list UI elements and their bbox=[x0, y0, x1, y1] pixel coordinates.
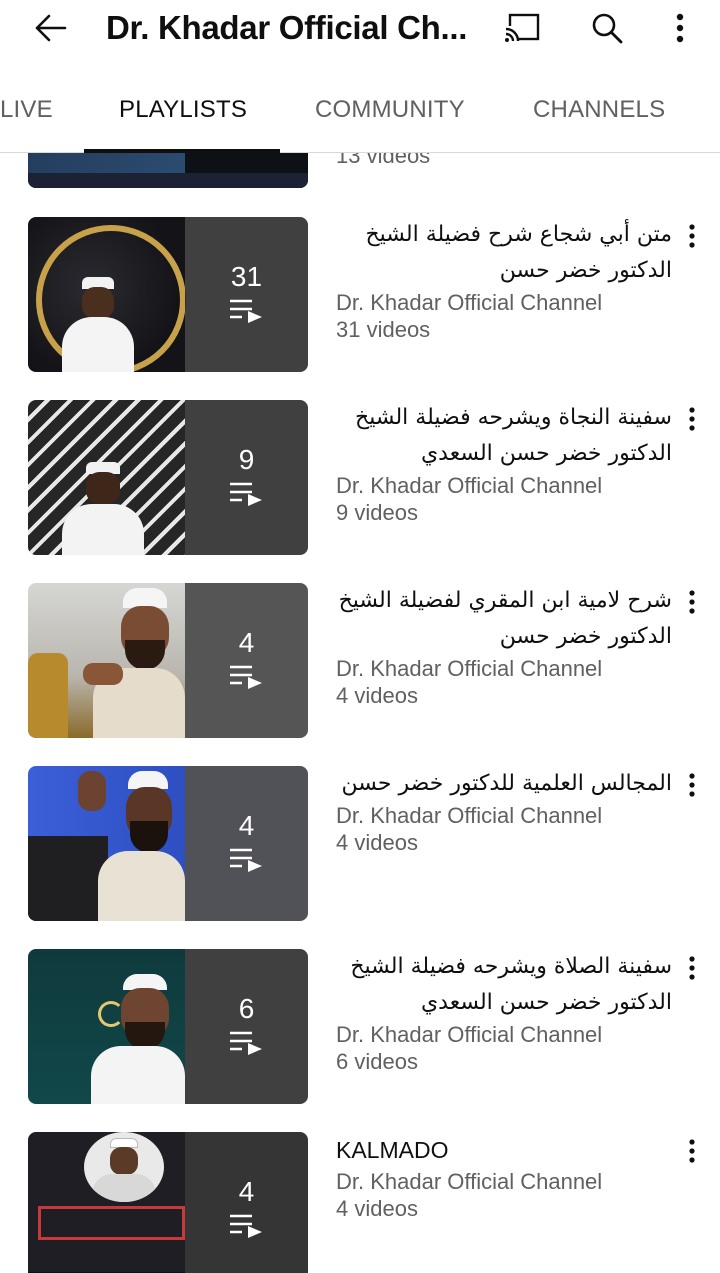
list-item[interactable]: 13 videos bbox=[0, 153, 720, 189]
channel-tabs: LIVE PLAYLISTS COMMUNITY CHANNELS bbox=[0, 60, 720, 153]
playlist-thumbnail[interactable]: 4 bbox=[28, 766, 308, 921]
playlist-thumbnail[interactable] bbox=[28, 153, 308, 188]
playlist-count: 31 bbox=[230, 261, 263, 292]
playlist-channel: Dr. Khadar Official Channel bbox=[336, 1022, 603, 1047]
playlist-icon bbox=[228, 847, 266, 878]
app-bar: Dr. Khadar Official Ch... bbox=[0, 0, 720, 60]
more-vert-icon[interactable] bbox=[678, 953, 706, 983]
playlist-icon bbox=[228, 1213, 266, 1244]
list-item[interactable]: 4 شرح لامية ابن المقري لفضيلة الشيخ الدك… bbox=[0, 583, 720, 739]
list-item[interactable]: 9 سفينة النجاة ويشرحه فضيلة الشيخ الدكتو… bbox=[0, 400, 720, 556]
playlist-thumbnail[interactable]: 31 bbox=[28, 217, 308, 372]
list-item[interactable]: 4 KALMADO Dr. Khadar Official Channel 4 … bbox=[0, 1132, 720, 1273]
playlist-video-count: 4 videos bbox=[336, 1196, 418, 1221]
playlist-icon bbox=[228, 298, 266, 329]
playlist-video-count: 13 videos bbox=[336, 153, 431, 168]
playlist-channel: Dr. Khadar Official Channel bbox=[336, 290, 603, 315]
playlist-channel: Dr. Khadar Official Channel bbox=[336, 656, 603, 681]
tab-community[interactable]: COMMUNITY bbox=[315, 96, 465, 124]
playlist-thumbnail[interactable]: 9 bbox=[28, 400, 308, 555]
playlist-count: 4 bbox=[238, 1176, 255, 1207]
playlist-count: 9 bbox=[238, 444, 255, 475]
cast-icon[interactable] bbox=[500, 6, 546, 50]
playlist-thumbnail[interactable]: 4 bbox=[28, 583, 308, 738]
playlist-channel: Dr. Khadar Official Channel bbox=[336, 803, 603, 828]
playlist-title[interactable]: سفينة الصلاة ويشرحه فضيلة الشيخ الدكتور … bbox=[336, 949, 672, 1021]
playlist-count: 4 bbox=[238, 627, 255, 658]
playlist-video-count: 9 videos bbox=[336, 500, 418, 525]
playlist-video-count: 4 videos bbox=[336, 683, 418, 708]
tab-playlists[interactable]: PLAYLISTS bbox=[119, 96, 247, 124]
more-vert-icon[interactable] bbox=[678, 770, 706, 800]
playlist-title[interactable]: سفينة النجاة ويشرحه فضيلة الشيخ الدكتور … bbox=[336, 400, 672, 472]
playlist-video-count: 4 videos bbox=[336, 830, 418, 855]
playlist-thumbnail[interactable]: 6 bbox=[28, 949, 308, 1104]
playlist-icon bbox=[228, 481, 266, 512]
list-item[interactable]: 31 متن أبي شجاع شرح فضيلة الشيخ الدكتور … bbox=[0, 217, 720, 373]
more-vert-icon[interactable] bbox=[678, 587, 706, 617]
list-item[interactable]: 6 سفينة الصلاة ويشرحه فضيلة الشيخ الدكتو… bbox=[0, 949, 720, 1105]
more-vert-icon[interactable] bbox=[660, 6, 700, 50]
list-item[interactable]: 4 المجالس العلمية للدكتور خضر حسن Dr. Kh… bbox=[0, 766, 720, 922]
playlist-icon bbox=[228, 1030, 266, 1061]
playlist-icon bbox=[228, 664, 266, 695]
search-icon[interactable] bbox=[584, 6, 630, 50]
more-vert-icon[interactable] bbox=[678, 1136, 706, 1166]
back-arrow-icon[interactable] bbox=[28, 8, 72, 48]
playlist-title[interactable]: شرح لامية ابن المقري لفضيلة الشيخ الدكتو… bbox=[336, 583, 672, 655]
playlist-list[interactable]: 13 videos 31 متن أبي شجاع شرح فضيلة الشي… bbox=[0, 153, 720, 1273]
more-vert-icon[interactable] bbox=[678, 221, 706, 251]
playlist-title[interactable]: KALMADO bbox=[336, 1132, 672, 1168]
tab-live[interactable]: LIVE bbox=[0, 96, 53, 124]
playlist-channel: Dr. Khadar Official Channel bbox=[336, 1169, 603, 1194]
playlist-title[interactable]: متن أبي شجاع شرح فضيلة الشيخ الدكتور خضر… bbox=[336, 217, 672, 289]
playlist-title[interactable]: المجالس العلمية للدكتور خضر حسن bbox=[336, 766, 672, 802]
channel-title: Dr. Khadar Official Ch... bbox=[106, 9, 468, 46]
playlist-video-count: 31 videos bbox=[336, 317, 431, 342]
tab-channels[interactable]: CHANNELS bbox=[533, 96, 665, 124]
playlist-count: 4 bbox=[238, 810, 255, 841]
playlist-video-count: 6 videos bbox=[336, 1049, 418, 1074]
playlist-count: 6 bbox=[238, 993, 255, 1024]
active-tab-indicator bbox=[84, 149, 280, 153]
more-vert-icon[interactable] bbox=[678, 404, 706, 434]
playlist-thumbnail[interactable]: 4 bbox=[28, 1132, 308, 1273]
playlist-channel: Dr. Khadar Official Channel bbox=[336, 473, 603, 498]
